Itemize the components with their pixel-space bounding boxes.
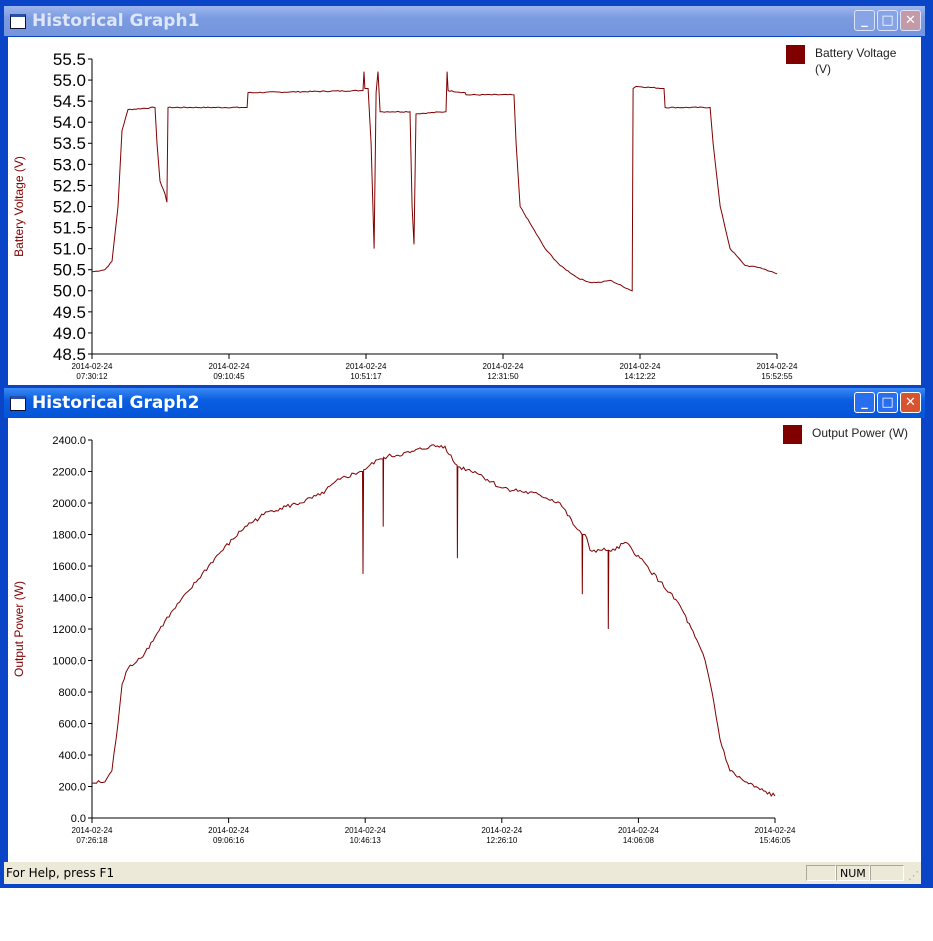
title-bar[interactable]: Historical Graph1 _ □ ✕ bbox=[4, 6, 925, 36]
status-help-text: For Help, press F1 bbox=[6, 866, 115, 880]
battery-voltage-chart: 55.5 55.0 54.5 54.0 53.5 53.0 52.5 52.0 51.5 51.0… bbox=[12, 45, 897, 381]
x-tick-time: 10:51:17 bbox=[350, 372, 382, 381]
y-tick-label: 50.0 bbox=[53, 282, 86, 301]
x-tick-time: 07:30:12 bbox=[76, 372, 108, 381]
y-tick-label: 54.0 bbox=[53, 113, 86, 132]
y-tick-label: 49.0 bbox=[53, 324, 86, 343]
data-series-line bbox=[91, 71, 778, 292]
y-tick-label: 51.0 bbox=[53, 240, 86, 259]
y-tick-label: 1000.0 bbox=[52, 655, 86, 667]
window-icon bbox=[10, 395, 26, 411]
x-tick-date: 2014-02-24 bbox=[483, 362, 524, 371]
y-tick-label: 2000.0 bbox=[52, 498, 86, 510]
y-tick-label: 51.5 bbox=[53, 219, 86, 238]
y-tick-label: 54.5 bbox=[53, 92, 86, 111]
historical-graph2-window: Historical Graph2 _ □ ✕ 2400.0 2200.0 2000… bbox=[4, 386, 925, 862]
legend-label: (V) bbox=[815, 62, 831, 76]
maximize-button[interactable]: □ bbox=[877, 10, 898, 31]
y-tick-label: 55.5 bbox=[53, 50, 86, 69]
status-bar: For Help, press F1 NUM ⋰ bbox=[4, 862, 921, 884]
x-tick-time: 12:26:10 bbox=[486, 836, 518, 845]
y-tick-label: 1600.0 bbox=[52, 561, 86, 573]
x-tick-time: 14:12:22 bbox=[624, 372, 656, 381]
y-tick-label: 52.0 bbox=[53, 197, 86, 216]
y-tick-label: 53.5 bbox=[53, 134, 86, 153]
x-tick-date: 2014-02-24 bbox=[208, 826, 249, 835]
y-tick-label: 400.0 bbox=[58, 750, 86, 762]
x-tick-time: 09:06:16 bbox=[213, 836, 245, 845]
y-tick-label: 52.5 bbox=[53, 176, 86, 195]
y-tick-label: 0.0 bbox=[71, 813, 86, 825]
y-tick-label: 800.0 bbox=[58, 687, 86, 699]
x-tick-time: 14:06:08 bbox=[623, 836, 655, 845]
window-icon bbox=[10, 13, 26, 29]
y-tick-label: 49.5 bbox=[53, 303, 86, 322]
y-tick-label: 55.0 bbox=[53, 71, 86, 90]
x-tick-date: 2014-02-24 bbox=[620, 362, 661, 371]
x-tick-time: 12:31:50 bbox=[487, 372, 519, 381]
x-tick-date: 2014-02-24 bbox=[346, 362, 387, 371]
historical-graph1-window: Historical Graph1 _ □ ✕ 55.5 55.0 54.5 54.0… bbox=[4, 4, 925, 385]
x-tick-time: 15:46:05 bbox=[759, 836, 791, 845]
y-tick-label: 2200.0 bbox=[52, 466, 86, 478]
x-tick-date: 2014-02-24 bbox=[481, 826, 522, 835]
legend-swatch bbox=[783, 425, 802, 444]
y-axis-label: Battery Voltage (V) bbox=[12, 156, 26, 257]
close-button[interactable]: ✕ bbox=[900, 10, 921, 31]
x-tick-date: 2014-02-24 bbox=[618, 826, 659, 835]
y-tick-label: 1400.0 bbox=[52, 592, 86, 604]
status-pane-num: NUM bbox=[836, 865, 870, 881]
y-tick-label: 53.0 bbox=[53, 155, 86, 174]
x-tick-time: 10:46:13 bbox=[350, 836, 382, 845]
x-tick-date: 2014-02-24 bbox=[757, 362, 798, 371]
x-tick-date: 2014-02-24 bbox=[72, 826, 113, 835]
y-tick-label: 1200.0 bbox=[52, 624, 86, 636]
legend-label: Battery Voltage bbox=[815, 46, 897, 60]
legend-label: Output Power (W) bbox=[812, 426, 908, 440]
x-tick-time: 07:26:18 bbox=[76, 836, 108, 845]
resize-grip-icon[interactable]: ⋰ bbox=[908, 869, 919, 882]
close-button[interactable]: ✕ bbox=[900, 392, 921, 413]
y-tick-label: 1800.0 bbox=[52, 529, 86, 541]
chart-area: 2400.0 2200.0 2000.0 1800.0 1600.0 1400.0 1200… bbox=[8, 418, 921, 862]
minimize-button[interactable]: _ bbox=[854, 392, 875, 413]
title-bar[interactable]: Historical Graph2 _ □ ✕ bbox=[4, 388, 925, 418]
y-tick-label: 50.5 bbox=[53, 261, 86, 280]
y-tick-label: 2400.0 bbox=[52, 435, 86, 447]
x-tick-date: 2014-02-24 bbox=[72, 362, 113, 371]
window-title: Historical Graph2 bbox=[32, 393, 200, 413]
status-pane-caps bbox=[806, 865, 836, 881]
minimize-button[interactable]: _ bbox=[854, 10, 875, 31]
x-tick-date: 2014-02-24 bbox=[209, 362, 250, 371]
x-tick-date: 2014-02-24 bbox=[345, 826, 386, 835]
x-tick-time: 15:52:55 bbox=[761, 372, 793, 381]
y-axis-label: Output Power (W) bbox=[12, 581, 26, 677]
status-pane-scrl bbox=[870, 865, 904, 881]
y-tick-label: 600.0 bbox=[58, 718, 86, 730]
output-power-chart: 2400.0 2200.0 2000.0 1800.0 1600.0 1400.0 1200… bbox=[12, 425, 908, 845]
x-tick-time: 09:10:45 bbox=[213, 372, 245, 381]
x-tick-date: 2014-02-24 bbox=[755, 826, 796, 835]
y-tick-label: 200.0 bbox=[58, 781, 86, 793]
data-series-line bbox=[91, 444, 776, 797]
legend-swatch bbox=[786, 45, 805, 64]
maximize-button[interactable]: □ bbox=[877, 392, 898, 413]
chart-area: 55.5 55.0 54.5 54.0 53.5 53.0 52.5 52.0 51.5 51.0… bbox=[8, 37, 921, 385]
window-title: Historical Graph1 bbox=[32, 11, 200, 31]
